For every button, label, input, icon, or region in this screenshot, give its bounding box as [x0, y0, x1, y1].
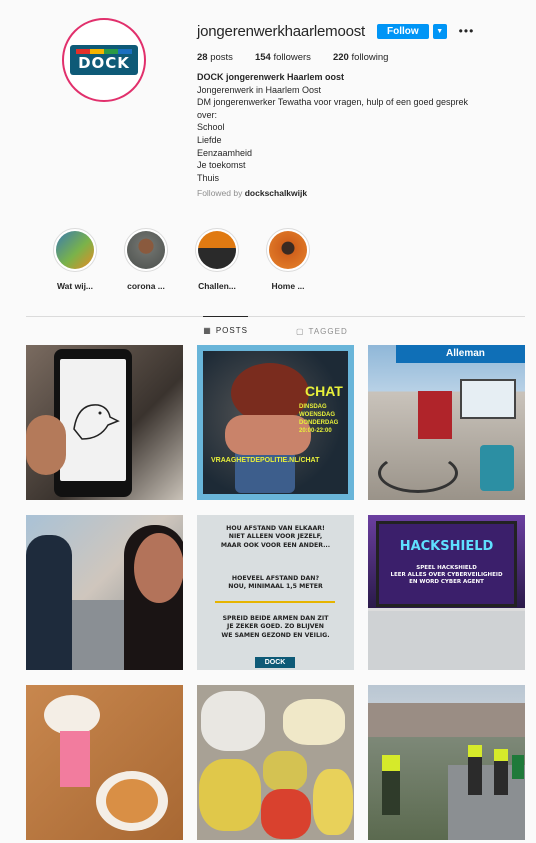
highlight-label: Challen...	[198, 281, 236, 291]
post-text: SPREID BEIDE ARMEN DAN ZIT JE ZEKER GOED…	[221, 615, 330, 639]
tab-tagged[interactable]: ▢ TAGGED	[296, 317, 348, 345]
highlight-label: Wat wij...	[56, 281, 94, 291]
post-thumbnail[interactable]	[368, 685, 525, 840]
pizza-shape	[106, 779, 158, 823]
bio-line: Jongerenwerk in Haarlem Oost	[197, 84, 322, 95]
post-thumbnail[interactable]	[26, 515, 183, 670]
highlight-ring	[53, 228, 97, 272]
post-thumbnail[interactable]	[197, 685, 354, 840]
post-thumbnail[interactable]: Alleman	[368, 345, 525, 500]
chevron-down-icon: ▼	[436, 27, 444, 35]
bio: DOCK jongerenwerk Haarlem oost Jongerenw…	[197, 71, 527, 184]
highlight-item[interactable]: Home ...	[253, 228, 323, 291]
post-thumbnail[interactable]: HOU AFSTAND VAN ELKAAR! NIET ALLEEN VOOR…	[197, 515, 354, 670]
highlight-image	[56, 231, 94, 269]
story-highlights: Wat wij... corona ... Challen... Home ..…	[40, 228, 324, 291]
bio-topic: School	[197, 122, 225, 133]
post-schedule-text: DINSDAG WOENSDAG DONDERDAG 20:00-22:00	[299, 404, 339, 434]
post-title-text: HACKSHIELD	[399, 539, 494, 554]
bike-shape	[378, 453, 458, 493]
monitor-screen	[376, 521, 517, 607]
tab-posts[interactable]: ▦ POSTS	[203, 316, 248, 344]
highlight-item[interactable]: Challen...	[182, 228, 252, 291]
profile-header: DOCK jongerenwerkhaarlemoost Follow ▼ ••…	[0, 0, 536, 210]
store-window	[460, 379, 516, 419]
bin-shape	[512, 755, 524, 779]
person-shape	[382, 755, 400, 815]
highlight-ring	[124, 228, 168, 272]
fruit-bag-shape	[201, 691, 265, 751]
store-banner: Alleman	[396, 345, 525, 363]
profile-tabs: ▦ POSTS ▢ TAGGED	[26, 316, 525, 345]
highlight-ring	[195, 228, 239, 272]
bio-topic: Liefde	[197, 134, 222, 145]
bio-line: DM jongerenwerker Tewatha voor vragen, h…	[197, 97, 468, 108]
hand-shape	[26, 415, 66, 475]
bio-name: DOCK jongerenwerk Haarlem oost	[197, 72, 345, 82]
logo-stripe	[76, 49, 132, 54]
fruit-bag-shape	[261, 789, 311, 839]
fruit-bag-shape	[199, 759, 261, 831]
houses-shape	[368, 703, 525, 737]
post-text: HOEVEEL AFSTAND DAN? NOU, MINIMAAL 1,5 M…	[228, 575, 323, 591]
post-thumbnail[interactable]	[26, 685, 183, 840]
posts-grid: CHAT DINSDAG WOENSDAG DONDERDAG 20:00-22…	[26, 345, 525, 840]
follow-button[interactable]: Follow	[377, 23, 429, 39]
carton-shape	[60, 731, 90, 787]
store-door	[418, 391, 452, 439]
post-thumbnail[interactable]: HACKSHIELD SPEEL HACKSHIELD LEER ALLES O…	[368, 515, 525, 670]
dock-badge: DOCK	[255, 657, 295, 668]
bag-shape	[480, 445, 514, 491]
suggestions-chevron-button[interactable]: ▼	[432, 23, 447, 39]
highlight-image	[127, 231, 165, 269]
bird-drawing	[73, 404, 120, 440]
highlight-ring	[266, 228, 310, 272]
followers-stat[interactable]: 154 followers	[255, 52, 311, 63]
post-thumbnail[interactable]	[26, 345, 183, 500]
post-text: HOU AFSTAND VAN ELKAAR! NIET ALLEEN VOOR…	[220, 525, 331, 549]
username: jongerenwerkhaarlemoost	[197, 22, 365, 40]
post-thumbnail[interactable]: CHAT DINSDAG WOENSDAG DONDERDAG 20:00-22…	[197, 345, 354, 500]
laptop-shape	[368, 611, 525, 670]
highlight-item[interactable]: Wat wij...	[40, 228, 110, 291]
double-arrow-icon	[215, 601, 335, 603]
fruit-bag-shape	[263, 751, 307, 791]
grid-icon: ▦	[203, 326, 212, 335]
post-title-text: CHAT	[305, 383, 343, 399]
hair-shape	[231, 363, 309, 423]
highlight-label: Home ...	[271, 281, 305, 291]
person-shape	[26, 535, 72, 670]
highlight-image	[269, 231, 307, 269]
logo-text: DOCK	[78, 54, 130, 72]
followed-by-user[interactable]: dockschalkwijk	[245, 188, 307, 198]
following-stat[interactable]: 220 following	[333, 52, 388, 63]
profile-info: jongerenwerkhaarlemoost Follow ▼ ••• 28 …	[197, 20, 527, 199]
stats-row: 28 posts 154 followers 220 following	[197, 52, 527, 63]
highlight-label: corona ...	[127, 281, 165, 291]
post-text: SPEEL HACKSHIELD LEER ALLES OVER CYBERVE…	[390, 565, 503, 585]
tag-icon: ▢	[295, 326, 305, 336]
bio-line: over:	[197, 109, 218, 120]
fruit-bag-shape	[313, 769, 353, 835]
person-shape	[494, 749, 508, 795]
person-shape	[468, 745, 482, 795]
highlight-item[interactable]: corona ...	[111, 228, 181, 291]
posts-stat: 28 posts	[197, 52, 233, 63]
avatar-image: DOCK	[67, 23, 141, 97]
post-url-text: VRAAGHETDEPOLITIE.NL/CHAT	[211, 457, 320, 464]
fruit-bag-shape	[283, 699, 345, 745]
bio-topic: Thuis	[197, 172, 220, 183]
dock-logo: DOCK	[70, 45, 138, 75]
title-row: jongerenwerkhaarlemoost Follow ▼ •••	[197, 20, 527, 42]
followed-by: Followed by dockschalkwijk	[197, 188, 308, 199]
face-shape	[134, 533, 183, 603]
more-options-icon[interactable]: •••	[459, 24, 475, 38]
bio-topic: Eenzaamheid	[197, 147, 253, 158]
phone-screen	[60, 359, 126, 481]
plate-shape	[44, 695, 100, 735]
bio-topic: Je toekomst	[197, 160, 246, 171]
avatar[interactable]: DOCK	[62, 18, 146, 102]
highlight-image	[198, 231, 236, 269]
